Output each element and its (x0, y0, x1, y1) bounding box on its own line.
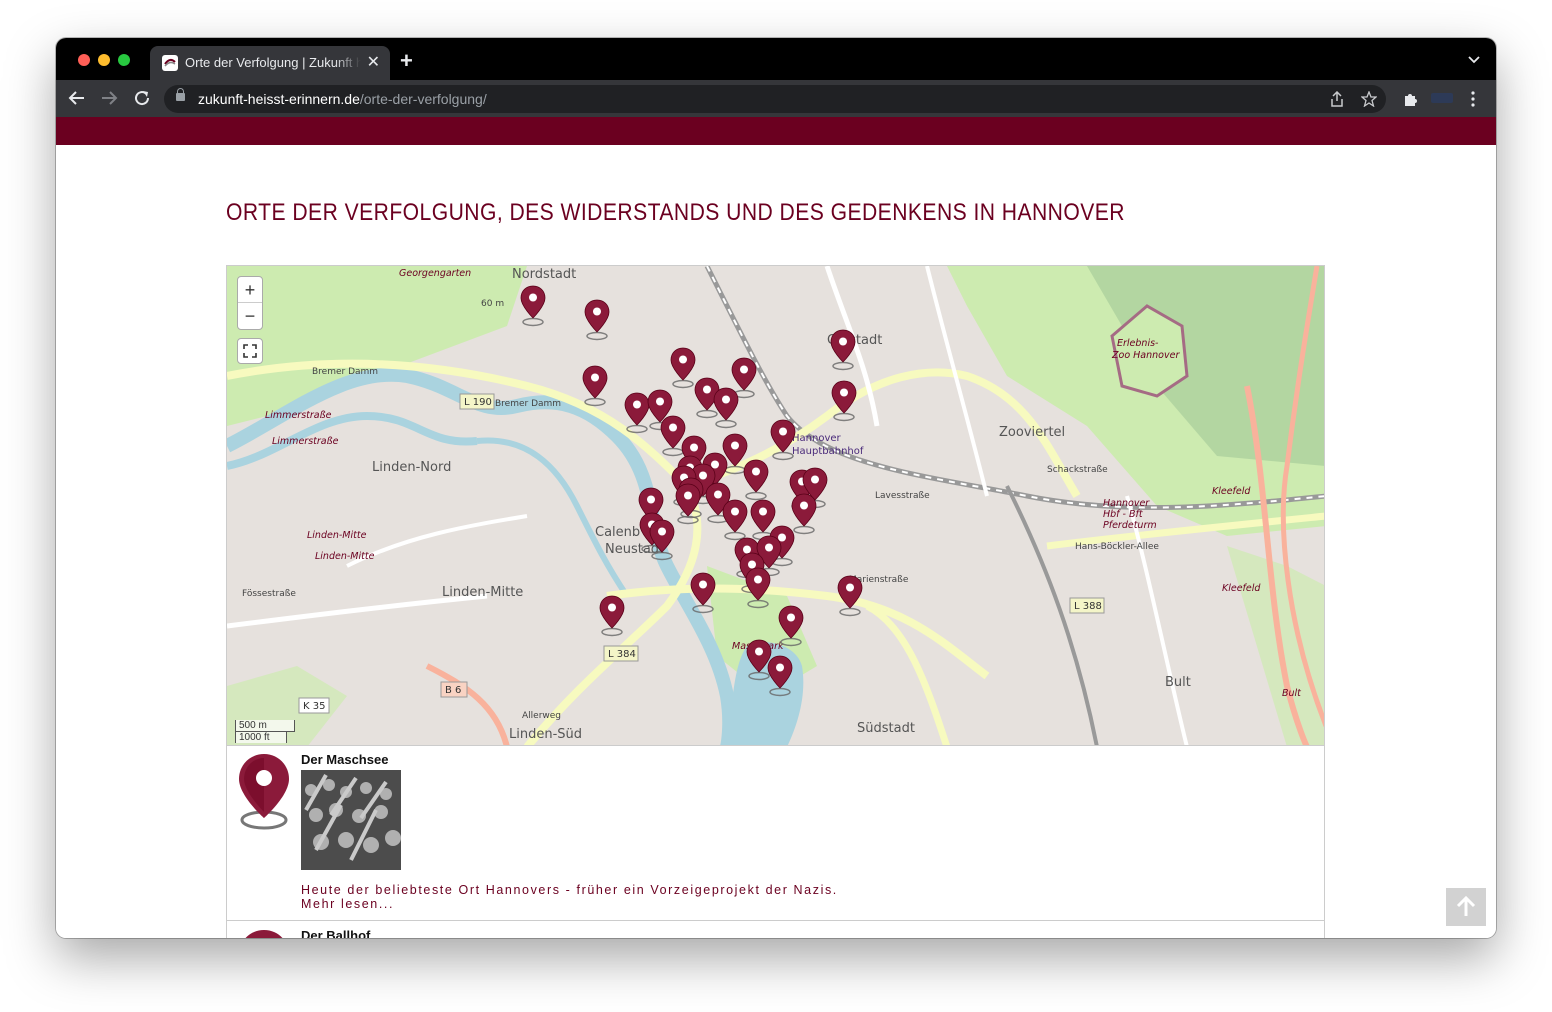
list-item[interactable]: Der Ballhof (227, 922, 1324, 938)
svg-text:Zooviertel: Zooviertel (999, 425, 1065, 440)
scroll-to-top-button[interactable] (1446, 888, 1486, 926)
svg-text:Südstadt: Südstadt (857, 721, 915, 736)
map-marker-icon (239, 754, 289, 830)
entry-title[interactable]: Der Maschsee (301, 752, 388, 767)
page-title: ORTE DER VERFOLGUNG, DES WIDERSTANDS UND… (226, 199, 1126, 226)
zoom-in-button[interactable]: + (238, 277, 262, 303)
svg-text:60 m: 60 m (481, 299, 504, 309)
places-list: Der Maschsee Heute der beliebteste Ort H… (226, 746, 1325, 938)
svg-text:Hbf - Bft: Hbf - Bft (1103, 509, 1144, 520)
tab-close-icon[interactable]: ✕ (367, 52, 380, 72)
lock-icon (176, 88, 185, 101)
svg-text:Linden-Süd: Linden-Süd (509, 727, 582, 742)
svg-text:B 6: B 6 (445, 685, 461, 696)
svg-text:Zoo Hannover: Zoo Hannover (1111, 350, 1180, 361)
svg-text:Georgengarten: Georgengarten (399, 268, 471, 279)
profile-extension-icon[interactable] (1431, 93, 1453, 103)
site-header-bar (56, 117, 1496, 145)
svg-text:Schackstraße: Schackstraße (1047, 465, 1108, 475)
list-item[interactable]: Der Maschsee Heute der beliebteste Ort H… (227, 746, 1324, 921)
entry-title[interactable]: Der Ballhof (301, 928, 370, 938)
address-bar[interactable]: zukunft-heisst-erinnern.de/orte-der-verf… (164, 85, 1386, 113)
svg-text:Linden-Mitte: Linden-Mitte (442, 585, 523, 600)
svg-text:Erlebnis-: Erlebnis- (1117, 338, 1159, 349)
svg-text:Linden-Mitte: Linden-Mitte (315, 551, 375, 562)
maximize-window-button[interactable] (118, 54, 130, 66)
svg-text:Hans-Böckler-Allee: Hans-Böckler-Allee (1075, 542, 1159, 552)
tab-title: Orte der Verfolgung | Zukunft h (185, 55, 361, 70)
share-icon[interactable] (1330, 91, 1344, 107)
tab-bar: Orte der Verfolgung | Zukunft h ✕ + (56, 38, 1496, 80)
svg-text:Limmerstraße: Limmerstraße (272, 436, 339, 447)
svg-text:Hannover: Hannover (792, 433, 842, 444)
svg-text:Bult: Bult (1165, 675, 1191, 690)
read-more-link[interactable]: Mehr lesen... (301, 897, 838, 911)
svg-text:Linden-Mitte: Linden-Mitte (307, 530, 367, 541)
svg-text:Limmerstraße: Limmerstraße (265, 410, 332, 421)
svg-text:Hannover: Hannover (1103, 498, 1150, 509)
minimize-window-button[interactable] (98, 54, 110, 66)
back-icon[interactable] (68, 89, 86, 107)
url-domain: zukunft-heisst-erinnern.de (198, 91, 360, 107)
entry-teaser: Heute der beliebteste Ort Hannovers - fr… (301, 883, 838, 911)
zoom-control: + − (237, 276, 263, 330)
scroll-to-top-icon (1456, 895, 1476, 916)
svg-text:L 388: L 388 (1074, 601, 1102, 612)
bookmark-star-icon[interactable] (1361, 91, 1377, 107)
new-tab-button[interactable]: + (400, 48, 413, 74)
browser-window: Orte der Verfolgung | Zukunft h ✕ + zuku… (56, 38, 1496, 938)
close-window-button[interactable] (78, 54, 90, 66)
page-content: ORTE DER VERFOLGUNG, DES WIDERSTANDS UND… (56, 117, 1496, 938)
svg-text:L 190: L 190 (464, 397, 492, 408)
svg-text:Bremer Damm: Bremer Damm (495, 399, 561, 409)
entry-teaser-text: Heute der beliebteste Ort Hannovers - fr… (301, 883, 838, 897)
svg-text:Nordstadt: Nordstadt (512, 267, 576, 282)
forward-icon[interactable] (100, 89, 118, 107)
svg-text:Fössestraße: Fössestraße (242, 589, 296, 599)
map-scale: 500 m 1000 ft (235, 720, 295, 743)
favicon-icon (162, 55, 178, 71)
active-tab[interactable]: Orte der Verfolgung | Zukunft h ✕ (150, 46, 390, 80)
extensions-icon[interactable] (1402, 91, 1418, 107)
svg-text:Linden-Nord: Linden-Nord (372, 460, 451, 475)
svg-text:Bremer Damm: Bremer Damm (312, 367, 378, 377)
tab-search-chevron-icon[interactable] (1468, 56, 1480, 64)
svg-text:Pferdeturm: Pferdeturm (1103, 520, 1157, 531)
svg-text:Calenb: Calenb (595, 525, 640, 540)
svg-text:Allerweg: Allerweg (522, 711, 561, 721)
map-tiles[interactable]: Nordstadt Oststadt Linden-Nord Linden-Mi… (227, 266, 1325, 746)
fullscreen-button[interactable] (237, 338, 263, 364)
map-container[interactable]: Nordstadt Oststadt Linden-Nord Linden-Mi… (226, 265, 1325, 746)
zoom-out-button[interactable]: − (238, 303, 262, 329)
svg-text:K 35: K 35 (303, 701, 325, 712)
entry-thumbnail[interactable] (301, 770, 401, 870)
reload-icon[interactable] (133, 89, 151, 107)
scale-imperial: 1000 ft (235, 731, 287, 743)
svg-text:Lavesstraße: Lavesstraße (875, 491, 930, 501)
url-text: zukunft-heisst-erinnern.de/orte-der-verf… (198, 91, 487, 107)
fullscreen-icon (243, 344, 257, 358)
svg-text:Hauptbahnhof: Hauptbahnhof (792, 446, 864, 457)
menu-icon[interactable] (1470, 91, 1476, 107)
map-marker-icon (245, 930, 283, 938)
svg-text:Bult: Bult (1282, 688, 1302, 699)
svg-text:Kleefeld: Kleefeld (1222, 583, 1261, 594)
svg-text:L 384: L 384 (608, 649, 636, 660)
url-path: /orte-der-verfolgung/ (359, 91, 487, 107)
browser-toolbar: zukunft-heisst-erinnern.de/orte-der-verf… (56, 80, 1496, 117)
svg-text:Kleefeld: Kleefeld (1212, 486, 1251, 497)
